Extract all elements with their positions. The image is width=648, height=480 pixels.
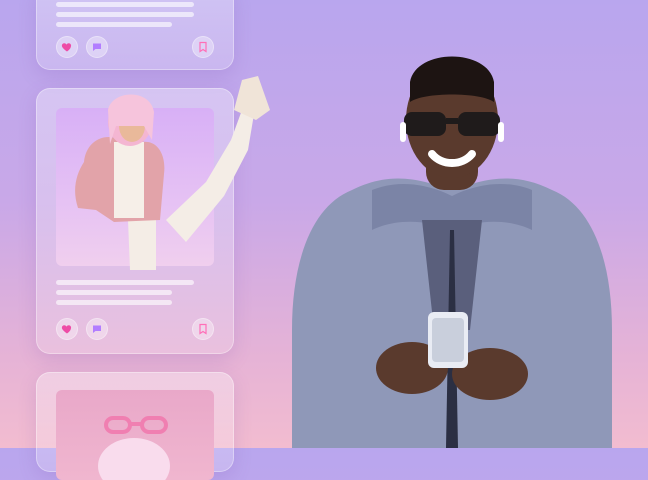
bookmark-icon [199, 41, 207, 53]
scene [0, 0, 648, 480]
heart-icon [61, 325, 72, 334]
like-button[interactable] [56, 36, 78, 58]
post-card-top[interactable] [36, 0, 234, 70]
post-text-placeholder [56, 2, 194, 32]
bookmark-button[interactable] [192, 318, 214, 340]
post-image [56, 390, 214, 480]
comment-icon [93, 43, 101, 51]
comment-icon [93, 325, 101, 333]
comment-button[interactable] [86, 36, 108, 58]
bookmark-button[interactable] [192, 36, 214, 58]
heart-icon [61, 43, 72, 52]
post-actions [54, 36, 216, 58]
like-button[interactable] [56, 318, 78, 340]
woman-head-illustration [98, 416, 170, 480]
bookmark-icon [199, 323, 207, 335]
post-actions [54, 318, 216, 340]
man-with-phone-illustration [292, 56, 612, 448]
comment-button[interactable] [86, 318, 108, 340]
post-text-placeholder [56, 280, 194, 310]
post-card-bottom[interactable] [36, 372, 234, 480]
woman-illustration [75, 76, 270, 270]
